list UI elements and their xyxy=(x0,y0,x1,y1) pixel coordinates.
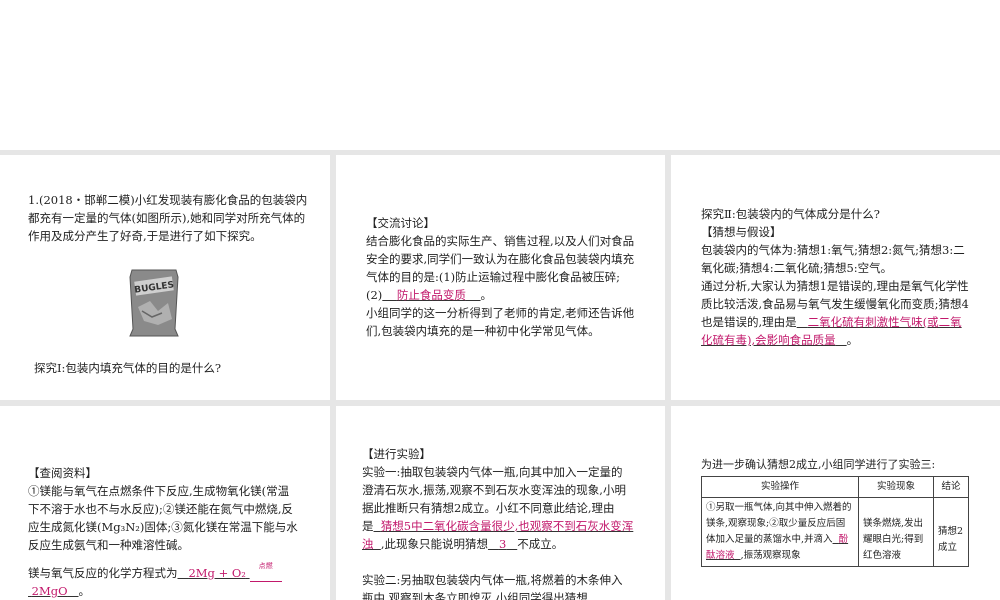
question-intro: 1.(2018・邯郸二模)小红发现装有膨化食品的包装袋内都充有一定量的气体(如图… xyxy=(28,193,308,243)
references-heading: 【查阅资料】 xyxy=(28,466,97,480)
column-header-operation: 实验操作 xyxy=(701,476,859,498)
references-body: ①镁能与氧气在点燃条件下反应,生成物氧化镁(常温下不溶于水也不与水反应);②镁还… xyxy=(28,484,298,552)
question-part2: 探究Ⅱ:包装袋内的气体成分是什么? xyxy=(701,207,880,221)
panel-references: 【查阅资料】 ①镁能与氧气在点燃条件下反应,生成物氧化镁(常温下不溶于水也不与水… xyxy=(0,406,330,600)
panel-intro: 1.(2018・邯郸二模)小红发现装有膨化食品的包装袋内都充有一定量的气体(如图… xyxy=(0,155,330,400)
hypothesis-heading: 【猜想与假设】 xyxy=(701,225,782,239)
table-row: ①另取一瓶气体,向其中伸入燃着的镁条,观察现象;②取少量反应后固体加入足量的蒸馏… xyxy=(701,497,969,567)
cell-operation: ①另取一瓶气体,向其中伸入燃着的镁条,观察现象;②取少量反应后固体加入足量的蒸馏… xyxy=(701,497,859,567)
answer-hypothesis-number: 3 xyxy=(498,537,507,551)
experiment-heading: 【进行实验】 xyxy=(362,447,431,461)
analysis-text: 通过分析,大家认为猜想1是错误的,理由是氧气化学性质比较活泼,食品易与氧气发生缓… xyxy=(701,279,969,347)
column-header-conclusion: 结论 xyxy=(933,476,969,498)
cell-phenomenon: 镁条燃烧,发出耀眼白光;得到红色溶液 xyxy=(858,497,934,567)
teacher-note: 小组同学的这一分析得到了老师的肯定,老师还告诉他们,包装袋内填充的是一种初中化学… xyxy=(366,306,635,338)
cell-conclusion: 猜想2成立 xyxy=(933,497,969,567)
discussion-heading: 【交流讨论】 xyxy=(366,216,435,230)
experiment-two: 实验二:另抽取包装袋内气体一瓶,将燃着的木条伸入瓶中,观察到木条立即熄灭,小组同… xyxy=(362,573,623,600)
table-header-row: 实验操作 实验现象 结论 xyxy=(701,476,969,498)
column-header-phenomenon: 实验现象 xyxy=(858,476,934,498)
snack-bag-image: BUGLES xyxy=(129,269,179,337)
panel-experiment-three: 为进一步确认猜想2成立,小组同学进行了实验三: 实验操作 实验现象 结论 ①另取… xyxy=(671,406,1000,600)
experiment-three-intro: 为进一步确认猜想2成立,小组同学进行了实验三: xyxy=(701,458,936,471)
experiment-one: 实验一:抽取包装袋内气体一瓶,向其中加入一定量的澄清石灰水,振荡,观察不到石灰水… xyxy=(362,465,634,551)
answer-purpose: 防止食品变质 xyxy=(396,288,466,302)
discussion-body: 结合膨化食品的实际生产、销售过程,以及人们对食品安全的要求,同学们一致认为在膨化… xyxy=(366,234,635,302)
panel-experiment: 【进行实验】 实验一:抽取包装袋内气体一瓶,向其中加入一定量的澄清石灰水,振荡,… xyxy=(336,406,665,600)
equation-line: 镁与氧气反应的化学方程式为 2Mg + O₂ 点燃 2MgO 。 xyxy=(28,562,313,600)
experiment-table: 实验操作 实验现象 结论 ①另取一瓶气体,向其中伸入燃着的镁条,观察现象;②取少… xyxy=(701,476,969,567)
top-blank-area xyxy=(0,0,1000,150)
panel-hypothesis: 探究Ⅱ:包装袋内的气体成分是什么? 【猜想与假设】 包装袋内的气体为:猜想1:氧… xyxy=(671,155,1000,400)
panel-discussion: 【交流讨论】 结合膨化食品的实际生产、销售过程,以及人们对食品安全的要求,同学们… xyxy=(336,155,665,400)
hypothesis-list: 包装袋内的气体为:猜想1:氧气;猜想2:氮气;猜想3:二氧化碳;猜想4:二氧化硫… xyxy=(701,243,965,275)
question-part1: 探究Ⅰ:包装内填充气体的目的是什么? xyxy=(34,361,222,375)
